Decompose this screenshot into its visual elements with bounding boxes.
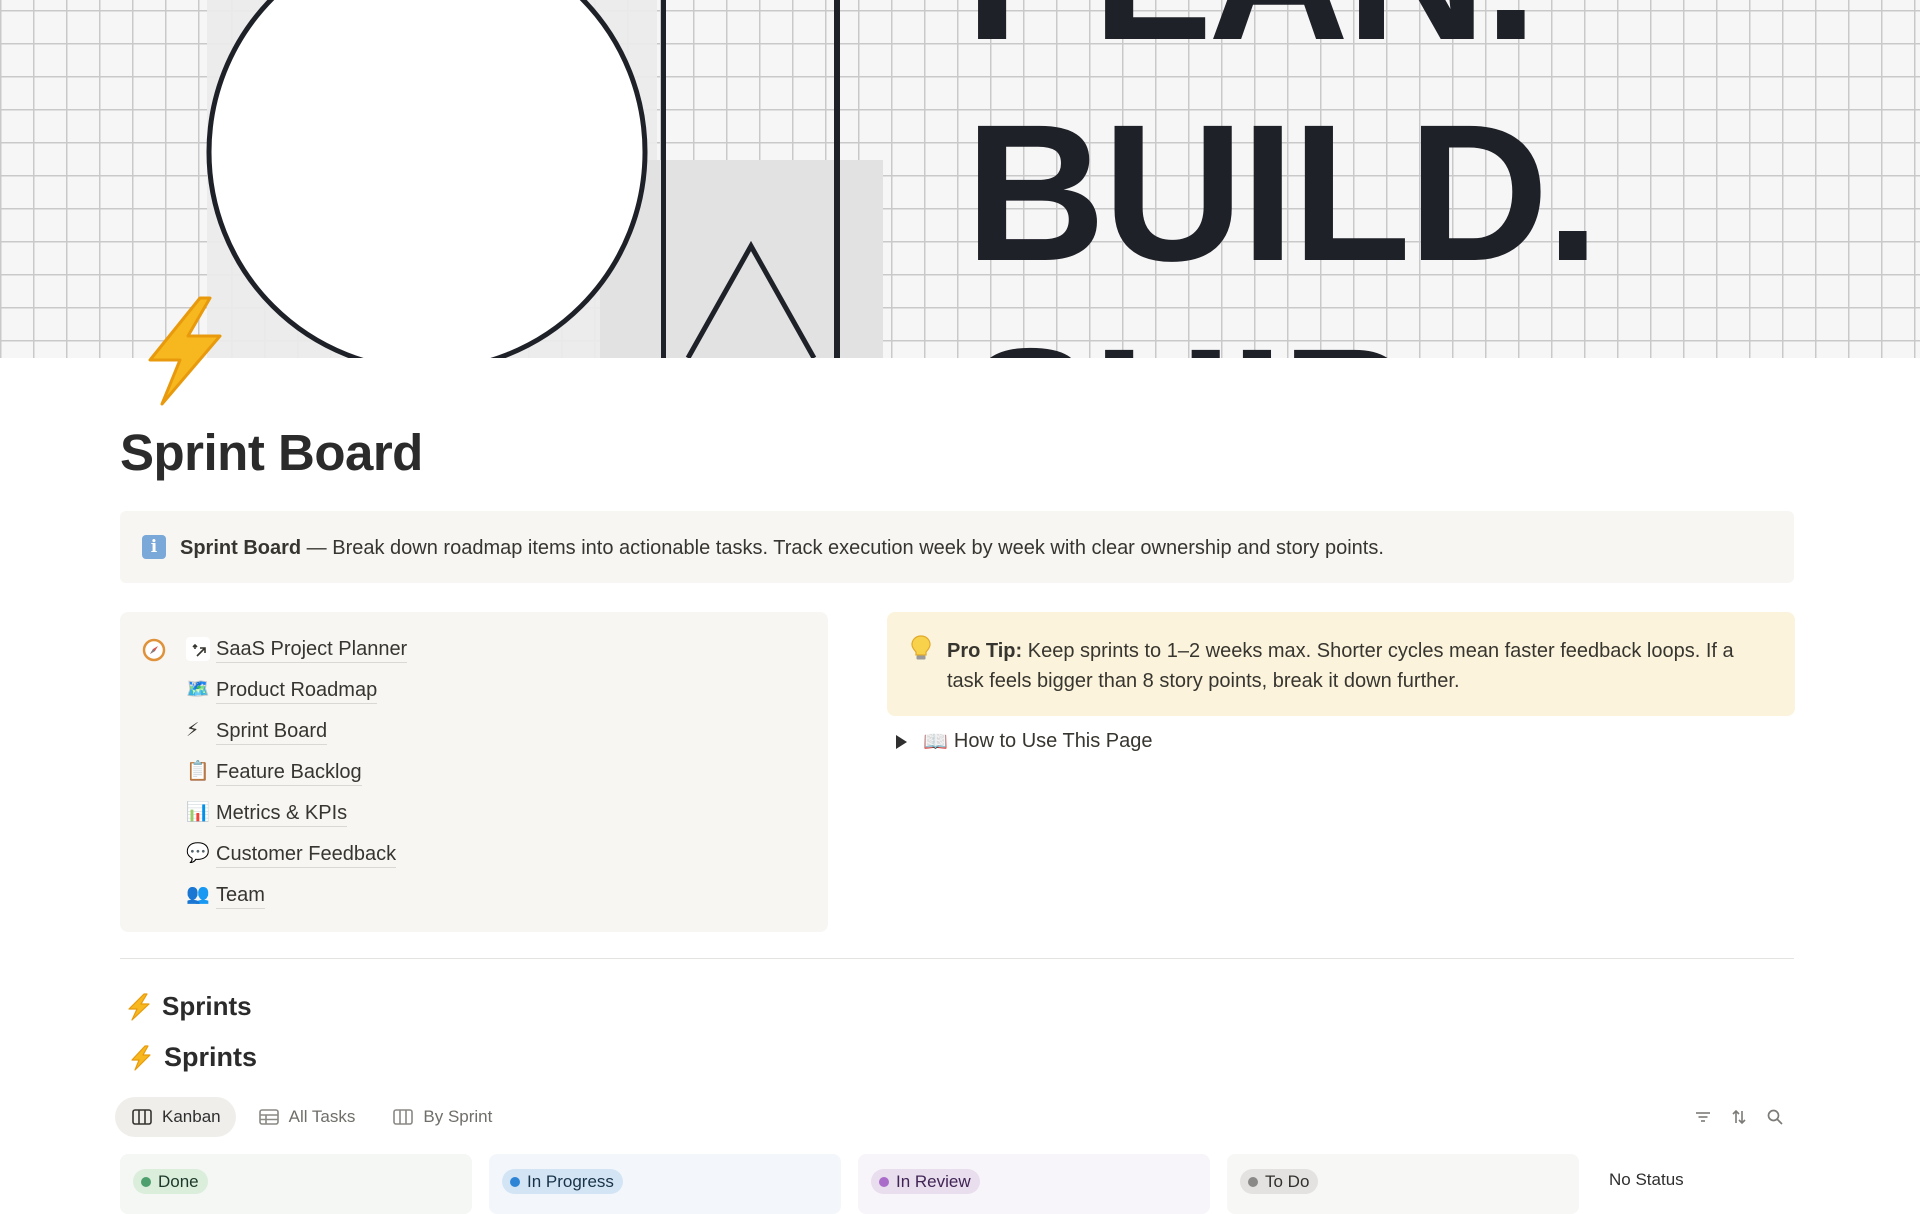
pro-tip-callout: Pro Tip: Keep sprints to 1–2 weeks max. …	[887, 612, 1795, 716]
arrow-link-icon	[186, 637, 210, 661]
nav-link-label: Metrics & KPIs	[216, 801, 348, 827]
board-icon	[393, 1109, 414, 1125]
kanban-column-to-do: To Do	[1227, 1154, 1579, 1214]
tab-kanban[interactable]: Kanban	[115, 1097, 236, 1137]
status-label: Done	[158, 1171, 199, 1191]
kanban-column-in-progress: In Progress	[489, 1154, 841, 1214]
tab-label: Kanban	[162, 1107, 221, 1126]
lightning-icon	[128, 992, 150, 1021]
clipboard-icon: 📋	[186, 761, 210, 782]
cover-text-build: BUILD.	[965, 84, 1600, 302]
map-icon: 🗺️	[186, 679, 210, 700]
search-icon[interactable]	[1766, 1108, 1784, 1126]
divider	[120, 958, 1794, 959]
nav-link-label: Sprint Board	[216, 719, 328, 745]
nav-link-customer-feedback[interactable]: 💬 Customer Feedback	[186, 842, 407, 883]
status-badge-done[interactable]: Done	[133, 1169, 208, 1194]
nav-link-list: SaaS Project Planner 🗺️ Product Roadmap …	[186, 637, 408, 924]
filter-icon[interactable]	[1694, 1108, 1712, 1126]
kanban-column-no-status[interactable]: No Status	[1609, 1170, 1684, 1190]
status-badge-to-do[interactable]: To Do	[1240, 1169, 1319, 1194]
status-dot	[141, 1176, 151, 1187]
pro-tip-lead: Pro Tip:	[947, 640, 1023, 662]
callout-text: Sprint Board — Break down roadmap items …	[180, 537, 1384, 560]
toggle-label: How to Use This Page	[953, 730, 1153, 752]
navigation-card: SaaS Project Planner 🗺️ Product Roadmap …	[120, 612, 828, 932]
status-badge-in-progress[interactable]: In Progress	[502, 1169, 623, 1194]
lightbulb-icon	[909, 634, 933, 662]
info-icon: i	[142, 535, 166, 559]
kanban-column-in-review: In Review	[858, 1154, 1210, 1214]
lightning-icon: ⚡	[186, 720, 200, 741]
section-heading-text: Sprints	[162, 991, 252, 1021]
bar-chart-icon: 📊	[186, 802, 210, 823]
nav-link-label: Team	[216, 883, 265, 909]
lightning-icon[interactable]	[128, 290, 238, 410]
cover-text-plan: PLAN.	[965, 0, 1538, 70]
triangle-right-icon[interactable]	[896, 734, 907, 749]
sort-icon[interactable]	[1730, 1108, 1748, 1126]
tab-label: All Tasks	[288, 1107, 356, 1126]
tab-all-tasks[interactable]: All Tasks	[242, 1097, 371, 1137]
page-title[interactable]: Sprint Board	[120, 423, 423, 482]
tab-label: By Sprint	[423, 1107, 493, 1126]
status-label: To Do	[1265, 1171, 1310, 1191]
status-dot	[879, 1176, 889, 1187]
compass-icon	[142, 638, 166, 662]
callout-title: Sprint Board	[180, 537, 302, 559]
speech-bubble-icon: 💬	[186, 843, 210, 864]
nav-link-saas-project-planner[interactable]: SaaS Project Planner	[186, 637, 408, 678]
nav-link-feature-backlog[interactable]: 📋 Feature Backlog	[186, 760, 407, 801]
nav-link-team[interactable]: 👥 Team	[186, 883, 407, 924]
database-title-text: Sprints	[164, 1042, 258, 1072]
callout-body: — Break down roadmap items into actionab…	[301, 537, 1384, 559]
cover-text-ship: SHIP.	[965, 320, 1437, 359]
database-title-sprints[interactable]: Sprints	[124, 1042, 257, 1073]
status-badge-in-review[interactable]: In Review	[871, 1169, 980, 1194]
status-label: In Review	[896, 1171, 971, 1191]
nav-link-label: Feature Backlog	[216, 760, 362, 786]
cover-illustration	[206, 0, 883, 358]
nav-link-product-roadmap[interactable]: 🗺️ Product Roadmap	[186, 678, 407, 719]
status-dot	[510, 1176, 520, 1187]
database-toolbar	[1694, 1108, 1784, 1126]
tab-by-sprint[interactable]: By Sprint	[376, 1097, 507, 1137]
pro-tip-body: Keep sprints to 1–2 weeks max. Shorter c…	[947, 640, 1734, 692]
database-view-tabs: Kanban All Tasks By Sprint	[115, 1097, 507, 1137]
how-to-use-toggle[interactable]: 📖 How to Use This Page	[896, 729, 1153, 754]
people-icon: 👥	[186, 884, 210, 905]
nav-link-label: SaaS Project Planner	[216, 637, 408, 663]
board-icon	[132, 1109, 152, 1125]
status-label: In Progress	[527, 1171, 614, 1191]
book-icon: 📖	[923, 731, 948, 753]
cover-image: PLAN. BUILD. SHIP.	[0, 0, 1920, 358]
pro-tip-text: Pro Tip: Keep sprints to 1–2 weeks max. …	[947, 636, 1757, 696]
table-icon	[258, 1109, 279, 1125]
section-heading-sprints: Sprints	[124, 991, 252, 1022]
info-callout: i Sprint Board — Break down roadmap item…	[120, 511, 1794, 583]
nav-link-metrics-kpis[interactable]: 📊 Metrics & KPIs	[186, 801, 407, 842]
nav-link-label: Product Roadmap	[216, 678, 378, 704]
nav-link-sprint-board[interactable]: ⚡ Sprint Board	[186, 719, 407, 760]
lightning-icon	[131, 1044, 151, 1071]
kanban-column-done: Done	[120, 1154, 472, 1214]
nav-link-label: Customer Feedback	[216, 842, 397, 868]
status-dot	[1248, 1176, 1258, 1187]
